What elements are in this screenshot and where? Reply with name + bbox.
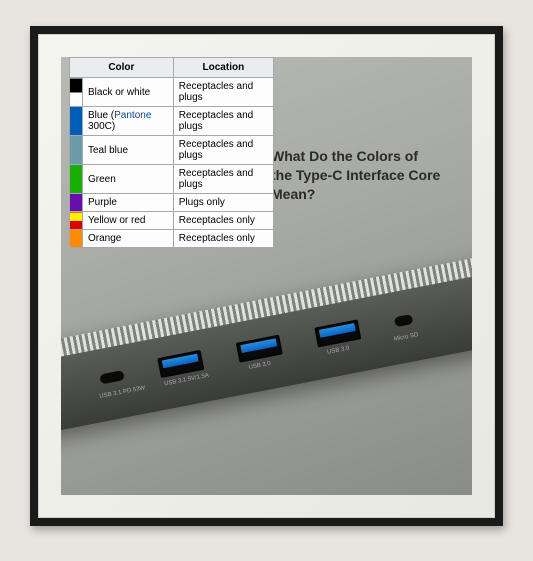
color-name: Black or white bbox=[88, 87, 150, 98]
title-line-1: What Do the Colors of bbox=[271, 148, 418, 164]
color-swatch bbox=[70, 78, 83, 107]
location-cell: Receptacles and plugs bbox=[173, 107, 273, 136]
header-location: Location bbox=[173, 58, 273, 78]
color-swatch bbox=[70, 194, 83, 212]
location-cell: Receptacles only bbox=[173, 230, 273, 248]
table-row: Yellow or red Receptacles only bbox=[70, 212, 274, 230]
color-name-cell: Black or white bbox=[83, 78, 174, 107]
table-row: Black or white Receptacles and plugs bbox=[70, 78, 274, 107]
color-name-cell: Purple bbox=[83, 194, 174, 212]
color-name-cell: Yellow or red bbox=[83, 212, 174, 230]
color-name-cell: Green bbox=[83, 165, 174, 194]
title-line-2: the Type-C Interface Core Mean? bbox=[271, 167, 440, 202]
color-code-table: Color Location Black or white Receptacles… bbox=[69, 57, 274, 248]
location-cell: Receptacles and plugs bbox=[173, 78, 273, 107]
color-swatch bbox=[70, 212, 83, 230]
color-name-suffix: 300C) bbox=[88, 121, 115, 132]
color-swatch bbox=[70, 136, 83, 165]
color-name-cell: Teal blue bbox=[83, 136, 174, 165]
color-swatch bbox=[70, 107, 83, 136]
table-row: Teal blue Receptacles and plugs bbox=[70, 136, 274, 165]
color-name: Green bbox=[88, 174, 116, 185]
pantone-link[interactable]: Pantone bbox=[114, 110, 151, 121]
table-row: Blue (Pantone 300C)Receptacles and plugs bbox=[70, 107, 274, 136]
usb-hub-device: USB 3.1 PD 53W USB 3.1 5V/1.5A USB 3.0 U… bbox=[61, 247, 472, 435]
location-cell: Plugs only bbox=[173, 194, 273, 212]
color-swatch bbox=[70, 165, 83, 194]
photo-area: USB 3.1 PD 53W USB 3.1 5V/1.5A USB 3.0 U… bbox=[61, 57, 472, 495]
color-name: Purple bbox=[88, 197, 117, 208]
location-cell: Receptacles only bbox=[173, 212, 273, 230]
color-name: Orange bbox=[88, 233, 121, 244]
header-color: Color bbox=[70, 58, 174, 78]
color-swatch bbox=[70, 230, 83, 248]
table-row: Purple Plugs only bbox=[70, 194, 274, 212]
location-cell: Receptacles and plugs bbox=[173, 165, 273, 194]
frame-mat: USB 3.1 PD 53W USB 3.1 5V/1.5A USB 3.0 U… bbox=[38, 34, 495, 518]
picture-frame: USB 3.1 PD 53W USB 3.1 5V/1.5A USB 3.0 U… bbox=[30, 26, 503, 526]
main-title: What Do the Colors of the Type-C Interfa… bbox=[271, 147, 472, 204]
color-name: Teal blue bbox=[88, 145, 128, 156]
color-name: Yellow or red bbox=[88, 215, 145, 226]
color-name-cell: Blue (Pantone 300C) bbox=[83, 107, 174, 136]
location-cell: Receptacles and plugs bbox=[173, 136, 273, 165]
table-row: Green Receptacles and plugs bbox=[70, 165, 274, 194]
table-row: Orange Receptacles only bbox=[70, 230, 274, 248]
color-name-cell: Orange bbox=[83, 230, 174, 248]
color-name: Blue ( bbox=[88, 110, 114, 121]
